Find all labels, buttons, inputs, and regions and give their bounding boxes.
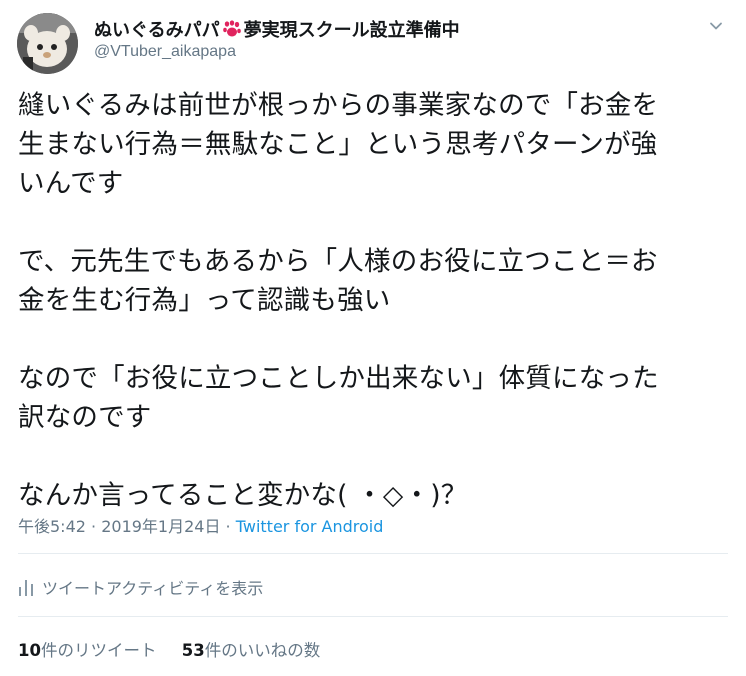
bar-chart-icon bbox=[18, 578, 34, 596]
divider bbox=[18, 553, 728, 554]
tweet-source-link[interactable]: Twitter for Android bbox=[236, 517, 384, 536]
tweet-time[interactable]: 午後5:42 bbox=[18, 517, 86, 536]
tweet-meta: 午後5:42 · 2019年1月24日 · Twitter for Androi… bbox=[18, 513, 383, 537]
tweet-text: 縫いぐるみは前世が根っからの事業家なので「お金を 生まない行為＝無駄なこと」とい… bbox=[18, 90, 659, 511]
divider bbox=[18, 616, 728, 617]
tweet-card: ぬいぐるみパパ 夢実現スクール設立準備中 @VTuber_aikapapa 縫い… bbox=[0, 0, 746, 676]
chevron-down-icon[interactable] bbox=[706, 16, 726, 36]
display-name[interactable]: ぬいぐるみパパ 夢実現スクール設立準備中 bbox=[94, 16, 460, 42]
meta-separator: · bbox=[220, 517, 236, 536]
tweet-date[interactable]: 2019年1月24日 bbox=[101, 517, 220, 536]
retweets-stat[interactable]: 10件のリツイート bbox=[18, 641, 156, 660]
tweet-stats: 10件のリツイート 53件のいいねの数 bbox=[18, 637, 340, 661]
tweet-activity-link[interactable]: ツイートアクティビティを表示 bbox=[18, 575, 263, 599]
paw-prints-icon bbox=[222, 20, 242, 38]
avatar[interactable] bbox=[17, 13, 78, 74]
display-name-part1: ぬいぐるみパパ bbox=[94, 20, 220, 41]
meta-separator: · bbox=[85, 517, 102, 536]
tweet-activity-label: ツイートアクティビティを表示 bbox=[42, 579, 264, 598]
retweets-label: 件のリツイート bbox=[40, 641, 157, 660]
user-handle[interactable]: @VTuber_aikapapa bbox=[94, 43, 236, 61]
likes-count: 53 bbox=[181, 641, 205, 660]
likes-label: 件のいいねの数 bbox=[204, 641, 321, 660]
likes-stat[interactable]: 53件のいいねの数 bbox=[182, 641, 320, 660]
retweets-count: 10 bbox=[18, 641, 41, 660]
display-name-part2: 夢実現スクール設立準備中 bbox=[243, 20, 460, 41]
